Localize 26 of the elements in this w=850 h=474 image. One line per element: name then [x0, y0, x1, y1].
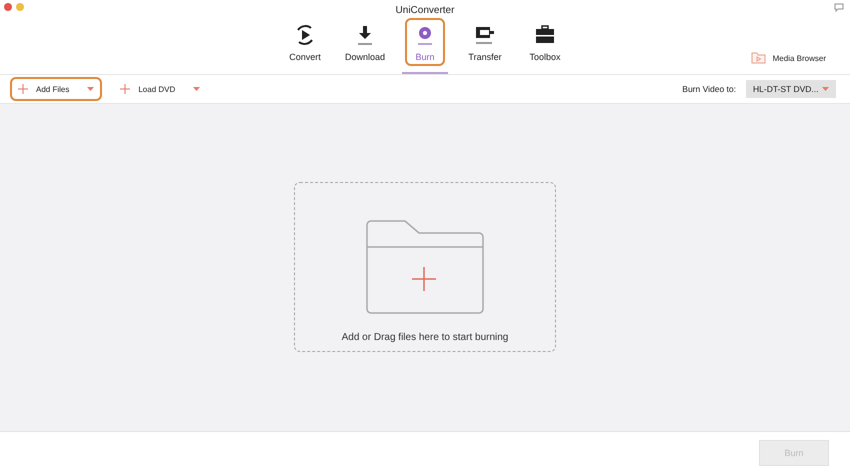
toolbox-icon — [533, 24, 557, 46]
folder-add-icon — [366, 220, 484, 314]
nav-tab[interactable]: Burn — [405, 18, 445, 66]
window-title: UniConverter — [396, 4, 454, 16]
drop-zone[interactable]: Add or Drag files here to start burning — [294, 182, 556, 352]
transfer-icon — [473, 24, 497, 46]
feedback-icon[interactable] — [834, 3, 844, 12]
nav-tab[interactable]: Transfer — [459, 18, 511, 66]
folder-play-icon — [750, 52, 766, 64]
burn-target-dropdown[interactable]: HL-DT-ST DVD... — [746, 80, 836, 98]
toolbar-button[interactable]: Load DVD — [112, 77, 208, 101]
caret-icon — [87, 87, 94, 91]
caret-icon — [822, 87, 829, 91]
drop-zone-text: Add or Drag files here to start burning — [342, 332, 508, 342]
minimize-button[interactable] — [16, 3, 24, 11]
plus-icon — [120, 84, 130, 94]
close-button[interactable] — [4, 3, 12, 11]
caret-icon — [193, 87, 200, 91]
toolbar-button[interactable]: Add Files — [10, 77, 102, 101]
nav-tab[interactable]: Convert — [279, 18, 331, 66]
media-browser-link[interactable]: Media Browser — [772, 54, 826, 62]
nav-tab[interactable]: Download — [339, 18, 391, 66]
selected-tab-indicator — [402, 72, 448, 74]
plus-icon — [18, 84, 28, 94]
burn-target-label: Burn Video to: — [682, 84, 736, 94]
nav-tab[interactable]: Toolbox — [519, 18, 571, 66]
